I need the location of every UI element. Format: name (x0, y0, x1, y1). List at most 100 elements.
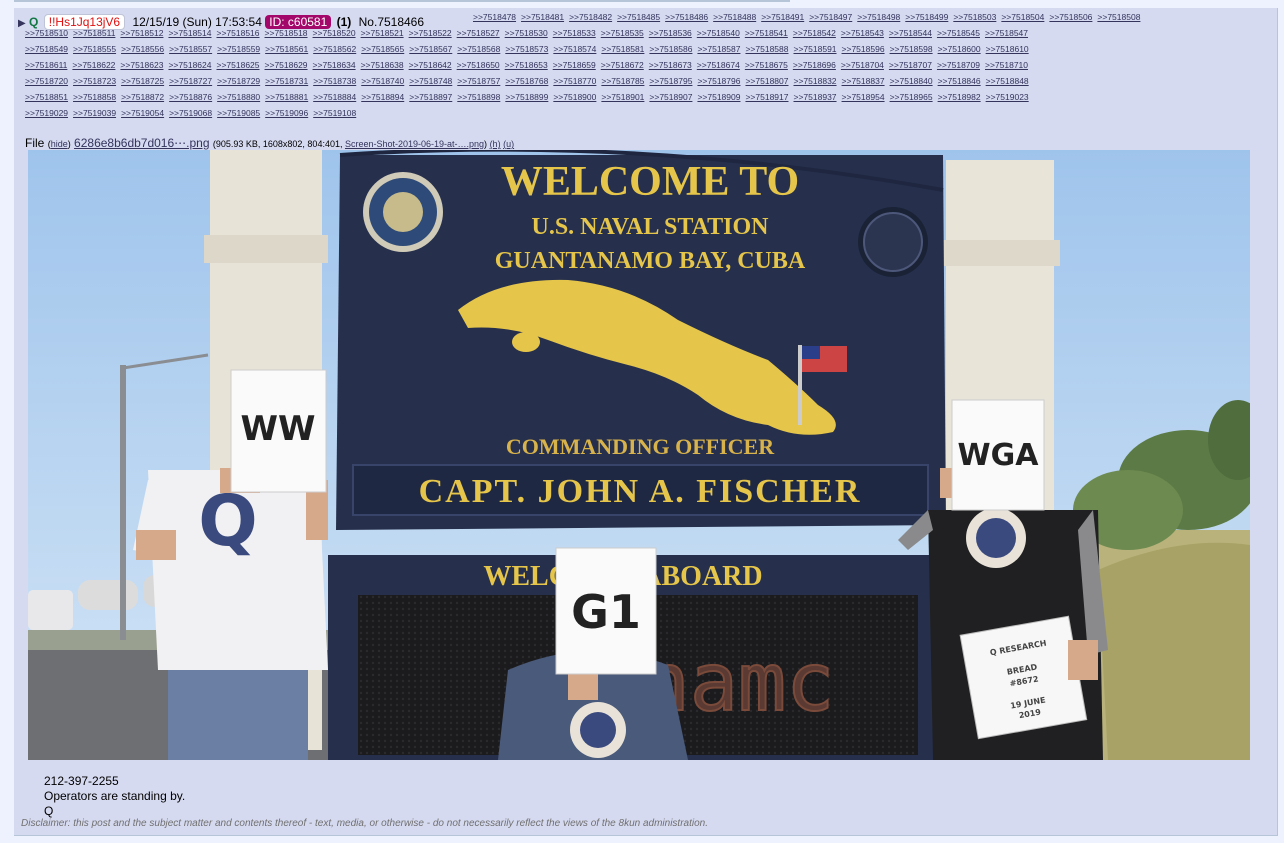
reply-link[interactable]: >>7518587 (697, 44, 740, 54)
reply-link[interactable]: >>7518770 (553, 76, 596, 86)
reply-link[interactable]: >>7518954 (842, 92, 885, 102)
reply-link[interactable]: >>7518846 (938, 76, 981, 86)
reply-link[interactable]: >>7518899 (505, 92, 548, 102)
reply-link[interactable]: >>7518530 (505, 28, 548, 38)
reply-link[interactable]: >>7518521 (361, 28, 404, 38)
reply-link[interactable]: >>7518707 (889, 60, 932, 70)
reply-link[interactable]: >>7518518 (265, 28, 308, 38)
reply-link[interactable]: >>7518573 (505, 44, 548, 54)
reply-link[interactable]: >>7518785 (601, 76, 644, 86)
reply-link[interactable]: >>7518898 (457, 92, 500, 102)
reply-link[interactable]: >>7518881 (265, 92, 308, 102)
reply-link[interactable]: >>7518807 (745, 76, 788, 86)
reply-link[interactable]: >>7518901 (601, 92, 644, 102)
reply-link[interactable]: >>7518650 (457, 60, 500, 70)
reply-link[interactable]: >>7518499 (905, 12, 948, 22)
image-search-u-link[interactable]: (u) (503, 139, 514, 149)
reply-link[interactable]: >>7518642 (409, 60, 452, 70)
reply-link[interactable]: >>7518880 (217, 92, 260, 102)
reply-link[interactable]: >>7518725 (121, 76, 164, 86)
file-name-link[interactable]: 6286e8b6db7d016⋯.png (74, 136, 209, 150)
reply-link[interactable]: >>7518625 (216, 60, 259, 70)
reply-link[interactable]: >>7518536 (649, 28, 692, 38)
reply-link[interactable]: >>7518738 (313, 76, 356, 86)
reply-link[interactable]: >>7518527 (457, 28, 500, 38)
reply-link[interactable]: >>7518674 (697, 60, 740, 70)
reply-link[interactable]: >>7518557 (169, 44, 212, 54)
reply-link[interactable]: >>7518653 (505, 60, 548, 70)
reply-link[interactable]: >>7518504 (1001, 12, 1044, 22)
reply-link[interactable]: >>7518672 (601, 60, 644, 70)
reply-link[interactable]: >>7518884 (313, 92, 356, 102)
reply-link[interactable]: >>7518547 (985, 28, 1028, 38)
reply-link[interactable]: >>7518709 (937, 60, 980, 70)
reply-link[interactable]: >>7518965 (890, 92, 933, 102)
reply-link[interactable]: >>7518488 (713, 12, 756, 22)
reply-link[interactable]: >>7518544 (889, 28, 932, 38)
reply-link[interactable]: >>7518514 (168, 28, 211, 38)
reply-link[interactable]: >>7519054 (121, 108, 164, 118)
reply-link[interactable]: >>7519108 (313, 108, 356, 118)
reply-link[interactable]: >>7518482 (569, 12, 612, 22)
reply-link[interactable]: >>7518872 (121, 92, 164, 102)
reply-link[interactable]: >>7518858 (73, 92, 116, 102)
reply-link[interactable]: >>7518909 (697, 92, 740, 102)
reply-link[interactable]: >>7518600 (938, 44, 981, 54)
reply-link[interactable]: >>7518586 (649, 44, 692, 54)
reply-link[interactable]: >>7518574 (553, 44, 596, 54)
reply-link[interactable]: >>7518723 (73, 76, 116, 86)
reply-link[interactable]: >>7518731 (265, 76, 308, 86)
post-image[interactable]: WELCOME TO U.S. NAVAL STATION GUANTANAMO… (28, 150, 1250, 760)
reply-link[interactable]: >>7518508 (1097, 12, 1140, 22)
reply-link[interactable]: >>7518982 (938, 92, 981, 102)
reply-link[interactable]: >>7518894 (361, 92, 404, 102)
reply-link[interactable]: >>7519039 (73, 108, 116, 118)
reply-link[interactable]: >>7518611 (25, 60, 67, 70)
reply-link[interactable]: >>7518740 (361, 76, 404, 86)
reply-link[interactable]: >>7518498 (857, 12, 900, 22)
reply-link[interactable]: >>7518598 (890, 44, 933, 54)
reply-link[interactable]: >>7518543 (841, 28, 884, 38)
original-filename-link[interactable]: Screen-Shot-2019-06-19-at-….png (345, 139, 484, 149)
reply-link[interactable]: >>7518876 (169, 92, 212, 102)
reply-link[interactable]: >>7518478 (473, 12, 516, 22)
reply-link[interactable]: >>7518629 (265, 60, 308, 70)
reply-link[interactable]: >>7518588 (745, 44, 788, 54)
reply-link[interactable]: >>7518837 (842, 76, 885, 86)
reply-link[interactable]: >>7518481 (521, 12, 564, 22)
reply-link[interactable]: >>7518562 (313, 44, 356, 54)
reply-link[interactable]: >>7518832 (794, 76, 837, 86)
reply-link[interactable]: >>7518556 (121, 44, 164, 54)
reply-link[interactable]: >>7518624 (168, 60, 211, 70)
reply-link[interactable]: >>7518710 (985, 60, 1028, 70)
reply-link[interactable]: >>7518748 (409, 76, 452, 86)
reply-link[interactable]: >>7518510 (25, 28, 68, 38)
reply-link[interactable]: >>7518549 (25, 44, 68, 54)
reply-link[interactable]: >>7518596 (842, 44, 885, 54)
reply-link[interactable]: >>7518851 (25, 92, 68, 102)
image-search-h-link[interactable]: (h) (490, 139, 501, 149)
reply-link[interactable]: >>7518485 (617, 12, 660, 22)
reply-link[interactable]: >>7518900 (553, 92, 596, 102)
reply-link[interactable]: >>7518757 (457, 76, 500, 86)
reply-link[interactable]: >>7518591 (794, 44, 837, 54)
reply-link[interactable]: >>7518565 (361, 44, 404, 54)
reply-link[interactable]: >>7518520 (313, 28, 356, 38)
reply-link[interactable]: >>7518796 (697, 76, 740, 86)
reply-link[interactable]: >>7518848 (986, 76, 1029, 86)
reply-link[interactable]: >>7518720 (25, 76, 68, 86)
reply-link[interactable]: >>7519023 (986, 92, 1029, 102)
reply-link[interactable]: >>7518659 (553, 60, 596, 70)
reply-link[interactable]: >>7518581 (601, 44, 644, 54)
reply-link[interactable]: >>7518696 (793, 60, 836, 70)
reply-link[interactable]: >>7518623 (120, 60, 163, 70)
reply-link[interactable]: >>7518559 (217, 44, 260, 54)
reply-link[interactable]: >>7518897 (409, 92, 452, 102)
hide-file-link[interactable]: hide (51, 139, 68, 149)
reply-link[interactable]: >>7518568 (457, 44, 500, 54)
reply-link[interactable]: >>7518673 (649, 60, 692, 70)
reply-link[interactable]: >>7518522 (409, 28, 452, 38)
reply-link[interactable]: >>7518727 (169, 76, 212, 86)
reply-link[interactable]: >>7518516 (216, 28, 259, 38)
reply-link[interactable]: >>7518917 (745, 92, 788, 102)
